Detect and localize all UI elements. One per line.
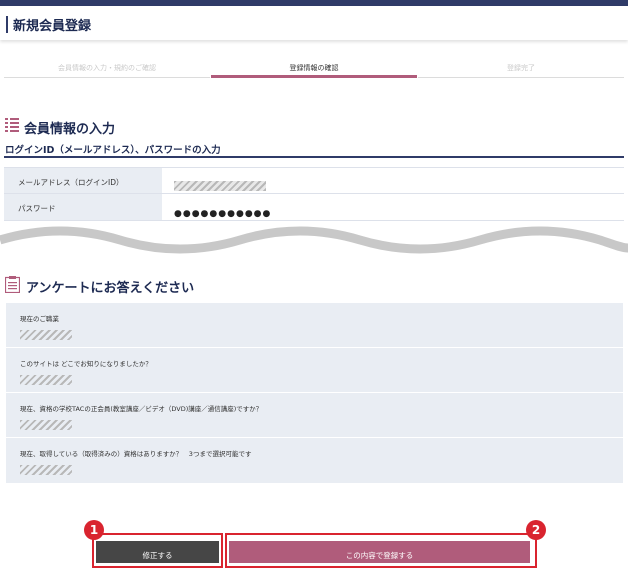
edit-button[interactable]: 修正する [96, 541, 219, 563]
email-value [174, 176, 266, 195]
subtitle-divider [4, 156, 624, 158]
survey-section-title: アンケートにお答えください [26, 281, 195, 296]
login-subtitle: ログインID（メールアドレス）、パスワードの入力 [5, 145, 221, 156]
survey-item: 現在のご職業 [6, 303, 623, 348]
password-value: ●●●●●●●●●●● [174, 202, 271, 221]
masked-answer [20, 465, 72, 475]
clipboard-icon [5, 276, 20, 293]
email-label: メールアドレス（ログインID） [4, 168, 162, 193]
survey-question: このサイトは どこでお知りになりましたか？ [20, 360, 152, 368]
page-title: 新規会員登録 [13, 19, 92, 34]
step-complete: 登録完了 [418, 60, 624, 78]
header-accent-line [6, 16, 8, 33]
progress-steps: 会員情報の入力・規約のご確認 登録情報の確認 登録完了 [4, 60, 624, 78]
masked-email [174, 181, 266, 191]
survey-item: このサイトは どこでお知りになりましたか？ [6, 348, 623, 393]
content-break-wave [0, 226, 628, 254]
masked-answer [20, 375, 72, 385]
list-icon [5, 118, 19, 132]
password-row: パスワード ●●●●●●●●●●● [4, 194, 624, 221]
email-row: メールアドレス（ログインID） [4, 167, 624, 194]
masked-answer [20, 420, 72, 430]
password-dots: ●●●●●●●●●●● [174, 209, 272, 219]
page-header: 新規会員登録 [0, 6, 628, 40]
step-confirm: 登録情報の確認 [211, 60, 417, 78]
masked-answer [20, 330, 72, 340]
annotation-badge-1: 1 [84, 520, 104, 540]
survey-table: 現在のご職業 このサイトは どこでお知りになりましたか？ 現在、資格の学校TAC… [6, 303, 623, 483]
member-section-title: 会員情報の入力 [24, 122, 116, 137]
survey-question: 現在、取得している（取得済みの）資格はありますか？ 3つまで選択可能です [20, 450, 252, 458]
annotation-badge-2: 2 [526, 520, 546, 540]
submit-button[interactable]: この内容で登録する [229, 541, 530, 563]
step-input: 会員情報の入力・規約のご確認 [4, 60, 210, 78]
survey-question: 現在、資格の学校TACの正会員(教室講座／ビデオ（DVD)講座／通信講座)ですか… [20, 405, 263, 413]
survey-item: 現在、取得している（取得済みの）資格はありますか？ 3つまで選択可能です [6, 438, 623, 483]
member-info-table: メールアドレス（ログインID） パスワード ●●●●●●●●●●● [4, 167, 624, 221]
password-label: パスワード [4, 194, 162, 220]
survey-item: 現在、資格の学校TACの正会員(教室講座／ビデオ（DVD)講座／通信講座)ですか… [6, 393, 623, 438]
survey-question: 現在のご職業 [20, 315, 59, 323]
